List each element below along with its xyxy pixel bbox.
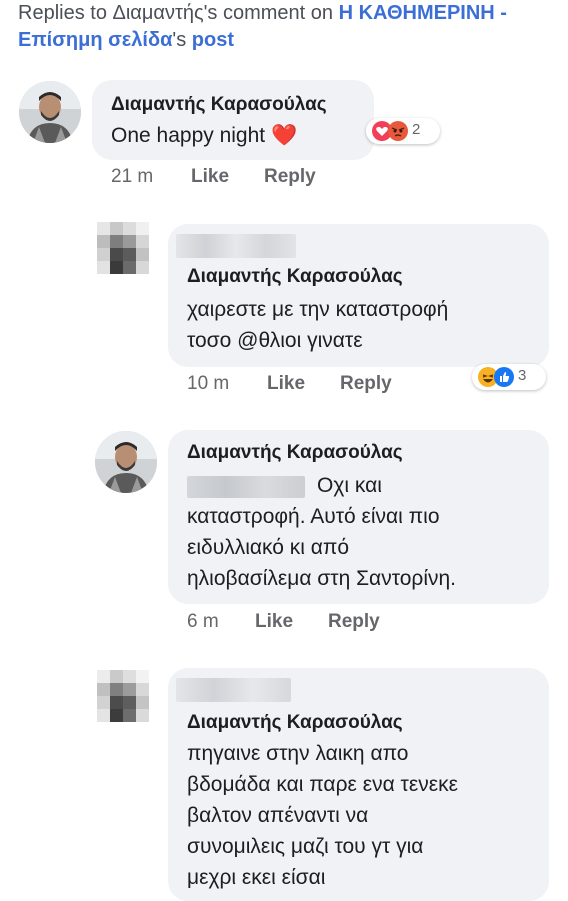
comment-time[interactable]: 6 m <box>187 611 219 633</box>
like-button[interactable]: Like <box>255 611 293 633</box>
comment-meta: 6 m Like Reply <box>187 611 437 635</box>
reply-button[interactable]: Reply <box>340 373 392 395</box>
avatar[interactable] <box>19 81 81 143</box>
redacted-name <box>176 234 296 258</box>
header-suffix: 's <box>172 29 192 51</box>
like-button[interactable]: Like <box>267 373 305 395</box>
comment-line: καταστροφή. Αυτό είναι πιο <box>187 505 440 528</box>
comment-text: χαιρεστε με την καταστροφή τοσο @θλιοι γ… <box>187 294 547 356</box>
comment-line: βδομάδα και παρε ενα τενεκε <box>187 773 458 796</box>
comment-text: One happy night ❤️ <box>111 124 298 147</box>
commenter-name[interactable]: Διαμαντής Καρασούλας <box>187 442 403 464</box>
comment-bubble: Διαμαντής Καρασούλας πηγαινε στην λαικη … <box>168 668 549 901</box>
like-button[interactable]: Like <box>191 166 229 188</box>
comment-line: Οχι και <box>317 474 382 497</box>
comment-bubble: Διαμαντής Καρασούλας χαιρεστε με την κατ… <box>168 224 549 367</box>
avatar[interactable] <box>95 431 157 493</box>
comment-text: πηγαινε στην λαικη απο βδομάδα και παρε … <box>187 738 547 893</box>
like-icon <box>494 367 514 387</box>
replies-header: Replies to Διαμαντής's comment on Η ΚΑΘΗ… <box>18 0 558 54</box>
reaction-count: 3 <box>518 367 527 384</box>
comment-time[interactable]: 10 m <box>187 373 229 395</box>
angry-icon <box>388 121 408 141</box>
reaction-summary[interactable]: 2 <box>366 118 440 144</box>
comment-line: πηγαινε στην λαικη απο <box>187 742 409 765</box>
commenter-name[interactable]: Διαμαντής Καρασούλας <box>111 94 327 116</box>
comment-line: τοσο @θλιοι γινατε <box>187 329 363 352</box>
comment-time[interactable]: 21 m <box>111 166 153 188</box>
avatar[interactable] <box>97 670 149 732</box>
mentioned-name[interactable]: Διαμαντής Καρασούλας <box>187 712 403 734</box>
redacted-name <box>176 678 291 702</box>
reply-button[interactable]: Reply <box>264 166 316 188</box>
comment-line: ηλιοβασίλεμα στη Σαντορίνη. <box>187 567 457 590</box>
comment-line: συνομιλεις μαζι του γτ για <box>187 835 424 858</box>
comment-meta: 10 m Like Reply <box>187 373 437 397</box>
reaction-count: 2 <box>412 121 421 138</box>
comment-text: Οχι και καταστροφή. Αυτό είναι πιο ειδυλ… <box>187 470 547 594</box>
reaction-summary[interactable]: 3 <box>472 364 546 390</box>
comment-line: μεχρι εκει είσαι <box>187 866 326 889</box>
comment-bubble: Διαμαντής Καρασούλας Οχι και καταστροφή.… <box>168 430 549 604</box>
comment-meta: 21 m Like Reply <box>111 166 361 190</box>
comment-line: χαιρεστε με την καταστροφή <box>187 298 449 321</box>
reply-button[interactable]: Reply <box>328 611 380 633</box>
comment-line: βαλτον απέναντι να <box>187 804 369 827</box>
comment-bubble: Διαμαντής Καρασούλας One happy night ❤️ <box>92 80 374 160</box>
avatar[interactable] <box>97 222 149 284</box>
mentioned-name[interactable]: Διαμαντής Καρασούλας <box>187 266 403 288</box>
post-link[interactable]: post <box>192 29 234 51</box>
comment-line: ειδυλλιακό κι από <box>187 536 350 559</box>
header-prefix: Replies to Διαμαντής's comment on <box>18 2 339 24</box>
